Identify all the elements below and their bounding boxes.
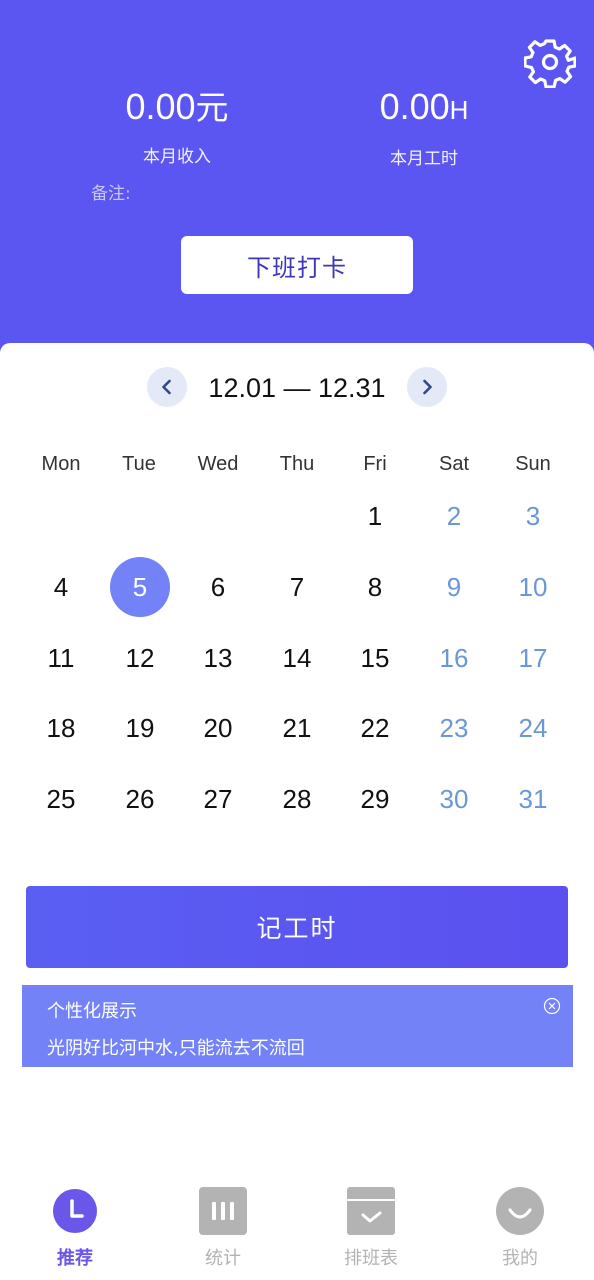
calendar-day[interactable]: 8 (345, 557, 405, 617)
calendar-day[interactable]: 18 (31, 698, 91, 758)
calendar-day[interactable]: 3 (503, 486, 563, 546)
weekday-label: Mon (41, 453, 81, 475)
calendar-day[interactable]: 25 (31, 769, 91, 829)
tab-stats[interactable]: 统计 (173, 1186, 273, 1270)
banner-title: 个性化展示 (47, 1001, 137, 1022)
hours-label: 本月工时 (390, 149, 458, 169)
tab-label: 我的 (502, 1248, 538, 1269)
bar-stats-icon (199, 1187, 247, 1235)
calendar-day[interactable]: 14 (267, 628, 327, 688)
calendar-day[interactable]: 6 (188, 557, 248, 617)
calendar-day[interactable]: 16 (424, 628, 484, 688)
tab-label: 排班表 (344, 1248, 398, 1269)
calendar-day[interactable]: 28 (267, 769, 327, 829)
weekday-label: Fri (363, 453, 387, 475)
calendar-day[interactable]: 27 (188, 769, 248, 829)
tab-schedule[interactable]: 排班表 (321, 1186, 421, 1270)
income-label: 本月收入 (143, 147, 211, 167)
calendar-day[interactable]: 2 (424, 486, 484, 546)
calendar-day[interactable]: 19 (110, 698, 170, 758)
hours-unit: H (449, 95, 469, 125)
header (0, 0, 594, 400)
calendar-day[interactable]: 23 (424, 698, 484, 758)
weekday-label: Wed (197, 453, 239, 475)
income-value: 0.00 (125, 86, 196, 127)
tab-label: 推荐 (57, 1248, 93, 1269)
chevron-right-icon (423, 379, 432, 395)
tab-recommend[interactable]: 推荐 (25, 1186, 125, 1270)
calendar-day[interactable]: 1 (345, 486, 405, 546)
quote-banner: 个性化展示 光阴好比河中水,只能流去不流回 (22, 985, 573, 1067)
calendar-day[interactable]: 26 (110, 769, 170, 829)
calendar-day[interactable]: 24 (503, 698, 563, 758)
schedule-box-icon (347, 1187, 395, 1235)
clock-out-button[interactable]: 下班打卡 (181, 236, 413, 294)
weekday-label: Sat (438, 453, 470, 475)
income-stat: 0.00元 本月收入 (97, 86, 257, 168)
calendar-day[interactable]: 13 (188, 628, 248, 688)
calendar-day[interactable]: 31 (503, 769, 563, 829)
calendar-day[interactable]: 4 (31, 557, 91, 617)
calendar-day-selected[interactable]: 5 (110, 557, 170, 617)
clock-icon (53, 1189, 97, 1233)
income-unit: 元 (195, 88, 229, 127)
calendar-day[interactable]: 11 (31, 628, 91, 688)
note-label[interactable]: 备注: (91, 179, 131, 204)
tab-profile[interactable]: 我的 (470, 1186, 570, 1270)
date-range: 12.01 — 12.31 (208, 373, 386, 403)
calendar-day[interactable]: 17 (503, 628, 563, 688)
calendar-day[interactable]: 10 (503, 557, 563, 617)
calendar-day[interactable]: 30 (424, 769, 484, 829)
hours-value: 0.00 (379, 86, 450, 127)
tab-label: 统计 (205, 1248, 241, 1269)
smile-profile-icon (496, 1187, 544, 1235)
calendar-day[interactable]: 20 (188, 698, 248, 758)
weekday-label: Thu (279, 453, 315, 475)
calendar-day[interactable]: 9 (424, 557, 484, 617)
calendar-day[interactable]: 7 (267, 557, 327, 617)
calendar-day[interactable]: 22 (345, 698, 405, 758)
gear-icon[interactable] (524, 36, 576, 88)
calendar-day[interactable]: 29 (345, 769, 405, 829)
prev-month-button[interactable] (147, 367, 187, 407)
log-hours-button[interactable]: 记工时 (26, 886, 568, 968)
next-month-button[interactable] (407, 367, 447, 407)
banner-quote: 光阴好比河中水,只能流去不流回 (47, 1038, 305, 1059)
weekday-label: Sun (515, 453, 551, 475)
chevron-left-icon (162, 379, 171, 395)
hours-stat: 0.00H 本月工时 (344, 86, 504, 170)
calendar-day[interactable]: 21 (267, 698, 327, 758)
calendar-day[interactable]: 12 (110, 628, 170, 688)
calendar-day[interactable]: 15 (345, 628, 405, 688)
close-icon[interactable] (543, 997, 561, 1015)
weekday-label: Tue (122, 453, 156, 475)
